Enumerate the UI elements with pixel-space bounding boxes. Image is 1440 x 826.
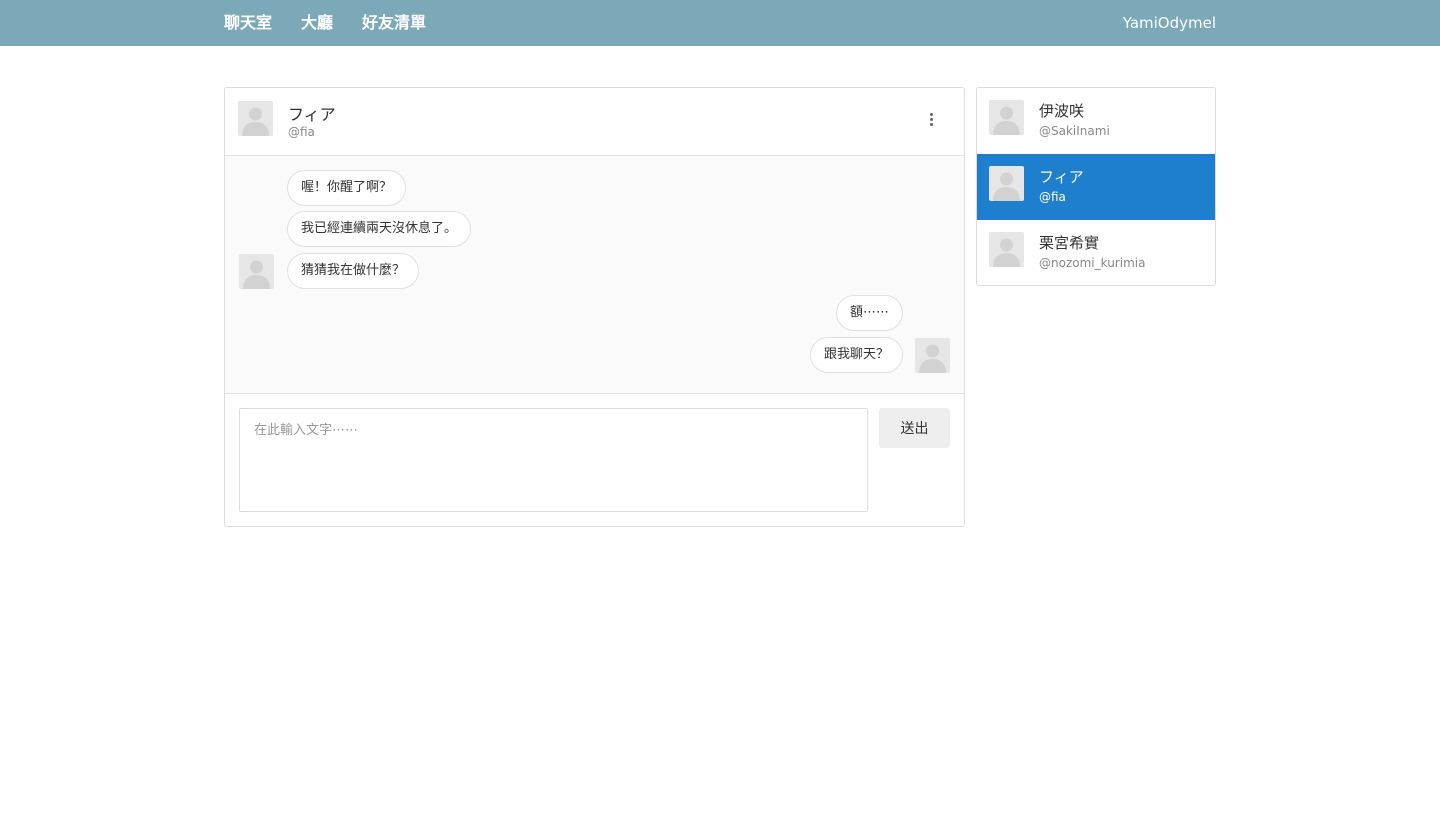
chat-contact-name: フィア: [288, 105, 336, 124]
friend-name: 栗宮希實: [1039, 234, 1100, 252]
friend-item-active[interactable]: フィア @fia: [977, 154, 1215, 220]
sender-avatar-icon: [239, 254, 274, 289]
more-vertical-icon[interactable]: [923, 108, 941, 130]
friend-handle: @SakiInami: [1039, 124, 1110, 138]
friend-avatar-icon: [989, 166, 1024, 201]
message-input[interactable]: [239, 408, 868, 512]
friend-handle: @fia: [1039, 190, 1066, 204]
self-avatar-icon: [915, 338, 950, 373]
incoming-message: 我已經連續兩天沒休息了。: [287, 211, 472, 247]
incoming-message: 猜猜我在做什麼？: [287, 253, 420, 289]
friend-avatar-icon: [989, 232, 1024, 267]
chat-header: フィア @fia: [225, 88, 964, 156]
outgoing-message: 跟我聊天？: [809, 337, 903, 373]
friend-item[interactable]: 栗宮希實 @nozomi_kurimia: [977, 220, 1215, 285]
nav-link-friend-list[interactable]: 好友清單: [362, 0, 426, 46]
friend-item[interactable]: 伊波咲 @SakiInami: [977, 88, 1215, 154]
friend-name: 伊波咲: [1039, 102, 1085, 120]
chat-panel: フィア @fia 喔！你醒了啊？ 我已經連續兩天沒休息了。 猜猜我在做什麼？ 額…: [224, 87, 965, 527]
message-composer: 送出: [225, 394, 964, 526]
send-button[interactable]: 送出: [879, 408, 950, 448]
friend-avatar-icon: [989, 100, 1024, 135]
message-list: 喔！你醒了啊？ 我已經連續兩天沒休息了。 猜猜我在做什麼？ 額⋯⋯ 跟我聊天？: [225, 156, 964, 394]
friend-name: フィア: [1039, 168, 1084, 186]
nav-link-lobby[interactable]: 大廳: [301, 0, 333, 46]
outgoing-message: 額⋯⋯: [835, 295, 903, 331]
nav-username[interactable]: YamiOdymel: [1123, 0, 1216, 46]
nav-link-chatroom[interactable]: 聊天室: [224, 0, 272, 46]
top-navbar: 聊天室 大廳 好友清單 YamiOdymel: [0, 0, 1440, 46]
friend-handle: @nozomi_kurimia: [1039, 256, 1146, 270]
incoming-message: 喔！你醒了啊？: [287, 170, 407, 206]
contact-avatar-icon: [238, 101, 273, 136]
chat-contact-handle: @fia: [288, 125, 315, 139]
friend-list: 伊波咲 @SakiInami フィア @fia 栗宮希實 @nozomi_kur…: [976, 87, 1216, 286]
